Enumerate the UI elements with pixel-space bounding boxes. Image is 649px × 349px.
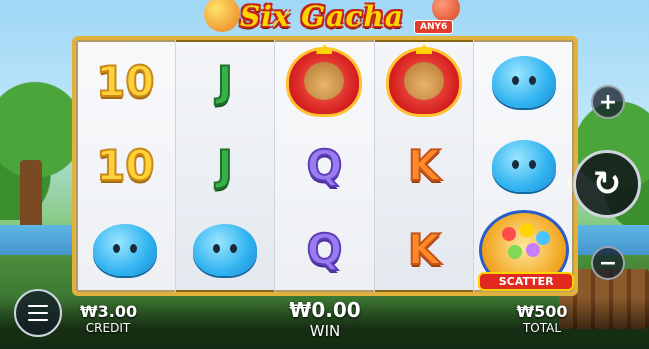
reel-cell: J bbox=[176, 40, 275, 124]
total-value: ₩500 bbox=[516, 302, 568, 321]
hamburger-icon bbox=[28, 319, 48, 321]
credit-value: ₩3.00 bbox=[80, 302, 138, 321]
chevron-left-icon: ‹ bbox=[566, 175, 572, 191]
reel-cell bbox=[474, 40, 574, 124]
total-display: ₩500 TOTAL bbox=[514, 302, 570, 335]
hamburger-icon bbox=[28, 305, 48, 307]
spin-button[interactable]: ‹ ↻ bbox=[566, 150, 641, 218]
symbol-q: Q bbox=[306, 225, 344, 274]
scatter-label: SCATTER bbox=[478, 272, 575, 291]
reel-cell: K bbox=[375, 208, 474, 292]
game-title-area: Six Gacha ANY6 bbox=[200, 0, 460, 40]
bear-face-icon bbox=[404, 62, 445, 100]
reel-cell bbox=[76, 208, 175, 292]
bet-increase-button[interactable]: + bbox=[591, 85, 625, 119]
reel-column: QQ bbox=[275, 40, 375, 292]
reel-grid: 10 10 J J Q Q K K SCATTER bbox=[72, 36, 578, 296]
reel-cell: 10 bbox=[76, 40, 175, 124]
reel-cell: Q bbox=[275, 208, 374, 292]
reel-column: JJ bbox=[176, 40, 276, 292]
gumball-icon bbox=[536, 231, 551, 245]
reel-cell: K bbox=[375, 124, 474, 208]
reel-column: SCATTER bbox=[474, 40, 575, 292]
blue-blob-symbol-icon bbox=[492, 140, 557, 192]
credit-display: ₩3.00 CREDIT bbox=[80, 302, 138, 335]
symbol-10: 10 bbox=[95, 141, 155, 190]
blue-blob-symbol-icon bbox=[192, 224, 257, 276]
win-label: WIN bbox=[309, 322, 341, 340]
balloon-decoration bbox=[204, 0, 240, 32]
plus-icon: + bbox=[598, 89, 618, 115]
reel-column: 10 10 bbox=[76, 40, 176, 292]
game-title: Six Gacha bbox=[240, 0, 404, 33]
reel-column: KK bbox=[375, 40, 475, 292]
reel-cell: 10 bbox=[76, 124, 175, 208]
menu-button[interactable] bbox=[14, 289, 62, 337]
win-display: ₩0.00 WIN bbox=[270, 298, 380, 340]
bear-heart-symbol-icon bbox=[286, 44, 363, 117]
reel-cell bbox=[176, 208, 275, 292]
reel-cell bbox=[375, 40, 474, 124]
scatter-symbol-icon: SCATTER bbox=[478, 210, 575, 291]
refresh-icon: ↻ bbox=[592, 164, 622, 204]
win-value: ₩0.00 bbox=[289, 298, 361, 322]
blue-blob-symbol-icon bbox=[492, 56, 557, 108]
reel-cell bbox=[474, 124, 574, 208]
gumball-icon bbox=[502, 227, 517, 241]
crown-icon bbox=[316, 44, 333, 54]
bet-decrease-button[interactable]: − bbox=[591, 246, 625, 280]
gumball-icon bbox=[520, 223, 535, 237]
symbol-q: Q bbox=[306, 141, 344, 190]
reel-cell: Q bbox=[275, 124, 374, 208]
total-label: TOTAL bbox=[522, 321, 562, 335]
reel-cell: SCATTER bbox=[474, 208, 575, 292]
bear-face-icon bbox=[304, 62, 345, 100]
minus-icon: − bbox=[598, 250, 618, 276]
blue-blob-symbol-icon bbox=[93, 224, 158, 276]
symbol-10: 10 bbox=[95, 57, 155, 106]
credit-label: CREDIT bbox=[85, 321, 131, 335]
reel-cell bbox=[275, 40, 374, 124]
reel-cell: J bbox=[176, 124, 275, 208]
symbol-k: K bbox=[407, 225, 442, 274]
symbol-j: J bbox=[216, 57, 234, 106]
crown-icon bbox=[416, 44, 433, 54]
symbol-j: J bbox=[216, 141, 234, 190]
gumball-icon bbox=[526, 243, 541, 257]
bear-heart-symbol-icon bbox=[386, 44, 463, 117]
gumball-icon bbox=[508, 245, 523, 259]
balloon-decoration bbox=[432, 0, 460, 22]
symbol-k: K bbox=[407, 141, 442, 190]
hamburger-icon bbox=[28, 312, 48, 314]
game-badge: ANY6 bbox=[414, 20, 454, 34]
